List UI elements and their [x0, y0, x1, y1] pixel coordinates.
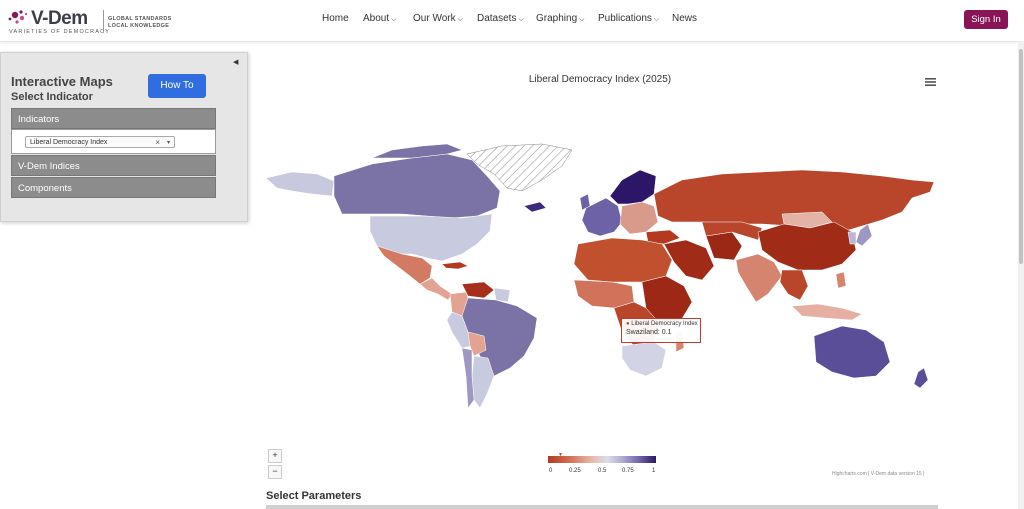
chevron-down-icon: ⌵: [457, 16, 463, 23]
legend-tick: 0.25: [569, 468, 581, 474]
nav-datasets-label: Datasets: [477, 13, 517, 24]
map-region-iran[interactable]: [705, 231, 743, 261]
color-legend: ▼ 0 0.25 0.5 0.75 1: [548, 452, 658, 485]
chart-title: Liberal Democracy Index (2025): [528, 74, 672, 85]
zoom-in-button[interactable]: +: [268, 449, 282, 463]
map-region-southeast-asia[interactable]: [779, 269, 809, 301]
map-region-north-africa[interactable]: [573, 237, 673, 283]
chevron-down-icon: ⌵: [518, 16, 524, 23]
chevron-down-icon: ⌵: [579, 16, 585, 23]
logo-subtitle: VARIETIES OF DEMOCRACY: [9, 29, 111, 35]
map-region-india[interactable]: [735, 253, 783, 303]
map-region-philippines[interactable]: [835, 271, 847, 289]
accordion-indicators[interactable]: Indicators: [11, 108, 216, 129]
hamburger-menu-icon[interactable]: [925, 77, 936, 87]
legend-marker-icon: ▼: [558, 452, 563, 458]
map-region-canada[interactable]: [333, 153, 501, 219]
nav-publications[interactable]: Publications ⌵: [598, 13, 659, 24]
map-tooltip: ● Liberal Democracy Index Swaziland: 0.1: [621, 318, 701, 343]
accordion-vdem-indices[interactable]: V-Dem Indices: [11, 155, 216, 176]
world-map[interactable]: [262, 136, 942, 416]
map-region-alaska[interactable]: [265, 171, 335, 197]
nav-about[interactable]: About ⌵: [363, 13, 396, 24]
zoom-out-button[interactable]: −: [268, 465, 282, 479]
indicator-select-value: Liberal Democracy Index: [30, 139, 108, 146]
map-region-southern-africa[interactable]: [621, 341, 667, 377]
series-marker-icon: ●: [626, 321, 630, 327]
clear-selection-icon[interactable]: ×: [155, 137, 160, 149]
map-region-new-zealand[interactable]: [913, 367, 929, 389]
map-region-iceland[interactable]: [523, 201, 547, 213]
dropdown-caret-icon[interactable]: ▾: [167, 137, 170, 149]
main-nav: Home About ⌵ Our Work ⌵ Datasets ⌵ Graphing…: [0, 13, 1024, 29]
map-region-west-africa[interactable]: [573, 279, 635, 309]
select-parameters-heading: Select Parameters: [266, 490, 362, 502]
chart-credits[interactable]: Highcharts.com | V-Dem data version 15 |: [832, 471, 924, 477]
nav-graphing[interactable]: Graphing ⌵: [536, 13, 584, 24]
nav-home[interactable]: Home: [322, 13, 349, 24]
legend-tick: 0.5: [598, 468, 607, 474]
map-region-eastern-europe[interactable]: [619, 201, 659, 235]
map-region-indonesia[interactable]: [791, 303, 863, 321]
map-region-caribbean[interactable]: [441, 261, 469, 270]
nav-our-work-label: Our Work: [413, 13, 456, 24]
panel-title: Interactive Maps: [11, 74, 113, 89]
indicator-panel: ◀ Interactive Maps Select Indicator How …: [0, 52, 248, 222]
how-to-button[interactable]: How To: [148, 74, 206, 98]
sign-in-button[interactable]: Sign In: [964, 10, 1008, 29]
legend-tick: 1: [652, 468, 656, 474]
map-region-chile[interactable]: [461, 347, 475, 409]
map-region-australia[interactable]: [813, 325, 891, 379]
map-region-scandinavia[interactable]: [609, 169, 657, 205]
tooltip-value: Swaziland: 0.1: [626, 329, 672, 336]
legend-tick: 0.75: [622, 468, 634, 474]
top-navbar: V-Dem VARIETIES OF DEMOCRACY GLOBAL STAN…: [0, 0, 1024, 42]
nav-our-work[interactable]: Our Work ⌵: [413, 13, 463, 24]
scrollbar-thumb[interactable]: [1019, 49, 1023, 264]
legend-gradient: [548, 456, 656, 463]
legend-tick: 0: [549, 468, 553, 474]
chevron-down-icon: ⌵: [653, 16, 660, 23]
indicators-body: Liberal Democracy Index × ▾: [11, 129, 216, 154]
tooltip-series-name: Liberal Democracy Index: [631, 321, 698, 327]
parameters-bar: [266, 505, 938, 509]
chevron-down-icon: ⌵: [391, 16, 397, 23]
nav-about-label: About: [363, 13, 390, 24]
panel-subtitle: Select Indicator: [11, 91, 93, 103]
indicator-select[interactable]: Liberal Democracy Index × ▾: [25, 136, 175, 148]
accordion-components[interactable]: Components: [11, 177, 216, 198]
nav-news[interactable]: News: [672, 13, 697, 24]
nav-graphing-label: Graphing: [536, 13, 578, 24]
nav-datasets[interactable]: Datasets ⌵: [477, 13, 524, 24]
nav-publications-label: Publications: [598, 13, 652, 24]
page-scrollbar[interactable]: [1018, 41, 1024, 509]
collapse-panel-icon[interactable]: ◀: [233, 58, 238, 66]
